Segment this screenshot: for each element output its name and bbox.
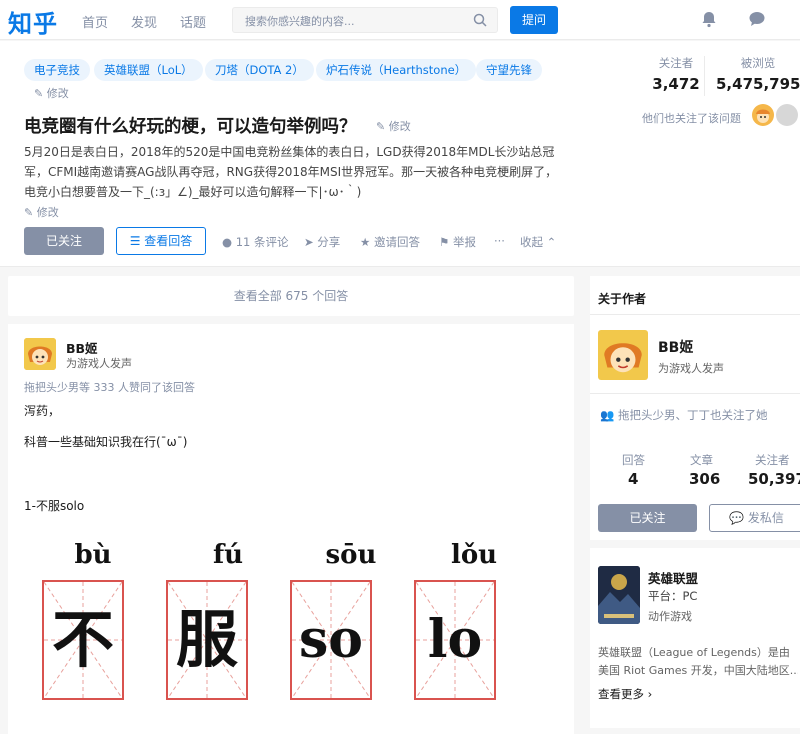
pinyin-label: sōu (325, 540, 377, 570)
topic-tag-hearthstone[interactable]: 炉石传说（Hearthstone） (316, 59, 477, 81)
more-button[interactable]: ··· (494, 234, 505, 248)
edit-tags-link[interactable]: ✎ 修改 (34, 85, 69, 101)
author-avatar[interactable] (598, 330, 648, 380)
tianzige-cell: 服 (166, 580, 248, 700)
people-icon: 👥 (600, 408, 618, 422)
zhihu-logo[interactable]: 知乎 (8, 4, 58, 39)
follow-question-button[interactable]: 已关注 (24, 227, 104, 255)
flag-icon: ⚑ (439, 235, 453, 249)
topic-tag-dota2[interactable]: 刀塔（DOTA 2） (205, 59, 314, 81)
comments-button[interactable]: ● 11 条评论 (222, 234, 289, 250)
search-input[interactable]: 搜索你感兴趣的内容... (232, 7, 498, 33)
followers-count[interactable]: 3,472 (648, 75, 704, 93)
about-author-heading: 关于作者 (598, 292, 647, 306)
share-button[interactable]: ➤ 分享 (304, 234, 340, 250)
author-name[interactable]: BB姬 (658, 337, 693, 357)
articles-label: 文章 (690, 453, 713, 467)
game-description-line: 美国 Riot Games 开发，中国大陆地区... (598, 664, 798, 677)
articles-count[interactable]: 306 (689, 470, 720, 488)
nav-home[interactable]: 首页 (82, 12, 108, 31)
pinyin-label: fú (212, 540, 244, 570)
author-followers-count[interactable]: 50,397 (748, 470, 800, 488)
topic-tag-esports[interactable]: 电子竞技 (24, 59, 90, 81)
big-character: so (299, 609, 363, 670)
pinyin-label: bù (74, 540, 112, 570)
also-followed-text: 他们也关注了该问题 (642, 112, 741, 125)
game-cover-image[interactable] (598, 566, 640, 624)
edit-title-link[interactable]: ✎ 修改 (376, 118, 411, 134)
answers-label: 回答 (622, 453, 645, 467)
view-answers-button[interactable]: ☰ 查看回答 (116, 227, 206, 255)
follower-avatar[interactable] (776, 104, 798, 126)
send-message-button[interactable]: 💬 发私信 (709, 504, 800, 532)
question-description-line: 军，CFMI越南邀请赛AG战队再夺冠，RNG获得2018年MSI世界冠军。那一天… (24, 165, 558, 179)
person-plus-icon: ★ (360, 235, 374, 249)
search-icon[interactable] (473, 13, 487, 27)
big-character: 不 (51, 603, 114, 676)
game-platform: 平台：PC (648, 589, 698, 603)
chevron-right-icon: › (644, 687, 653, 701)
pencil-icon: ✎ (24, 206, 37, 219)
topic-tag-lol[interactable]: 英雄联盟（LoL） (94, 59, 203, 81)
pencil-icon: ✎ (34, 87, 47, 100)
collapse-button[interactable]: 收起 ⌃ (520, 234, 556, 250)
view-all-answers-button[interactable]: 查看全部 675 个回答 (8, 276, 574, 316)
answers-count[interactable]: 4 (628, 470, 638, 488)
divider (590, 393, 800, 394)
game-description-line: 英雄联盟（League of Legends）是由 (598, 646, 790, 659)
edit-description-link[interactable]: ✎ 修改 (24, 204, 59, 220)
stats-divider (704, 56, 705, 96)
followers-label: 关注者 (658, 56, 694, 70)
game-genre: 动作游戏 (648, 610, 692, 623)
answer-text-line: 泻药， (24, 404, 61, 418)
follower-avatar[interactable] (752, 104, 774, 126)
views-label: 被浏览 (740, 56, 776, 70)
search-placeholder: 搜索你感兴趣的内容... (245, 15, 355, 28)
share-icon: ➤ (304, 235, 318, 249)
answer-text-line: 1-不服solo (24, 499, 85, 513)
top-bar: 知乎 首页 发现 话题 搜索你感兴趣的内容... 提问 (0, 0, 800, 40)
follow-author-button[interactable]: 已关注 (598, 504, 697, 532)
tianzige-cell: lo (414, 580, 496, 700)
chat-icon: 💬 (729, 511, 748, 525)
pinyin-label: lǒu (450, 540, 498, 570)
tianzige-cell: so (290, 580, 372, 700)
topic-tag-overwatch[interactable]: 守望先锋 (476, 59, 542, 81)
big-character: 服 (175, 603, 238, 676)
bell-icon[interactable] (700, 10, 718, 28)
question-description-line: 5月20日是表白日，2018年的520是中国电竞粉丝集体的表白日，LGD获得20… (24, 145, 555, 159)
comment-icon: ● (222, 235, 236, 249)
mutual-followers[interactable]: 👥 拖把头少男、丁丁也关注了她 (600, 407, 767, 423)
question-title: 电竞圈有什么好玩的梗，可以造句举例吗？ (24, 117, 357, 137)
divider (590, 314, 800, 315)
nav-discover[interactable]: 发现 (131, 12, 157, 31)
author-bio: 为游戏人发声 (658, 362, 724, 375)
answer-author-bio: 为游戏人发声 (66, 357, 132, 370)
invite-button[interactable]: ★ 邀请回答 (360, 234, 420, 250)
upvote-summary[interactable]: 拖把头少男等 333 人赞同了该回答 (24, 379, 195, 395)
game-title[interactable]: 英雄联盟 (648, 568, 698, 587)
answer-text-line: 科普一些基础知识我在行(¯ω¯) (24, 435, 188, 449)
message-icon[interactable] (748, 10, 766, 28)
nav-topics[interactable]: 话题 (180, 12, 206, 31)
chevron-up-icon: ⌃ (543, 235, 557, 249)
author-followers-label: 关注者 (755, 453, 790, 467)
pencil-icon: ✎ (376, 120, 389, 133)
see-more-link[interactable]: 查看更多 › (598, 686, 652, 702)
question-description-line: 电竞小白想要普及一下_(:з」∠)_最好可以造句解释一下|･ω･｀) (24, 185, 362, 199)
ask-button[interactable]: 提问 (510, 6, 558, 34)
answer-author-avatar[interactable] (24, 338, 56, 370)
report-button[interactable]: ⚑ 举报 (439, 234, 476, 250)
tianzige-cell: 不 (42, 580, 124, 700)
views-count: 5,475,795 (716, 75, 800, 93)
list-icon: ☰ (129, 234, 145, 248)
big-character: lo (427, 609, 483, 670)
